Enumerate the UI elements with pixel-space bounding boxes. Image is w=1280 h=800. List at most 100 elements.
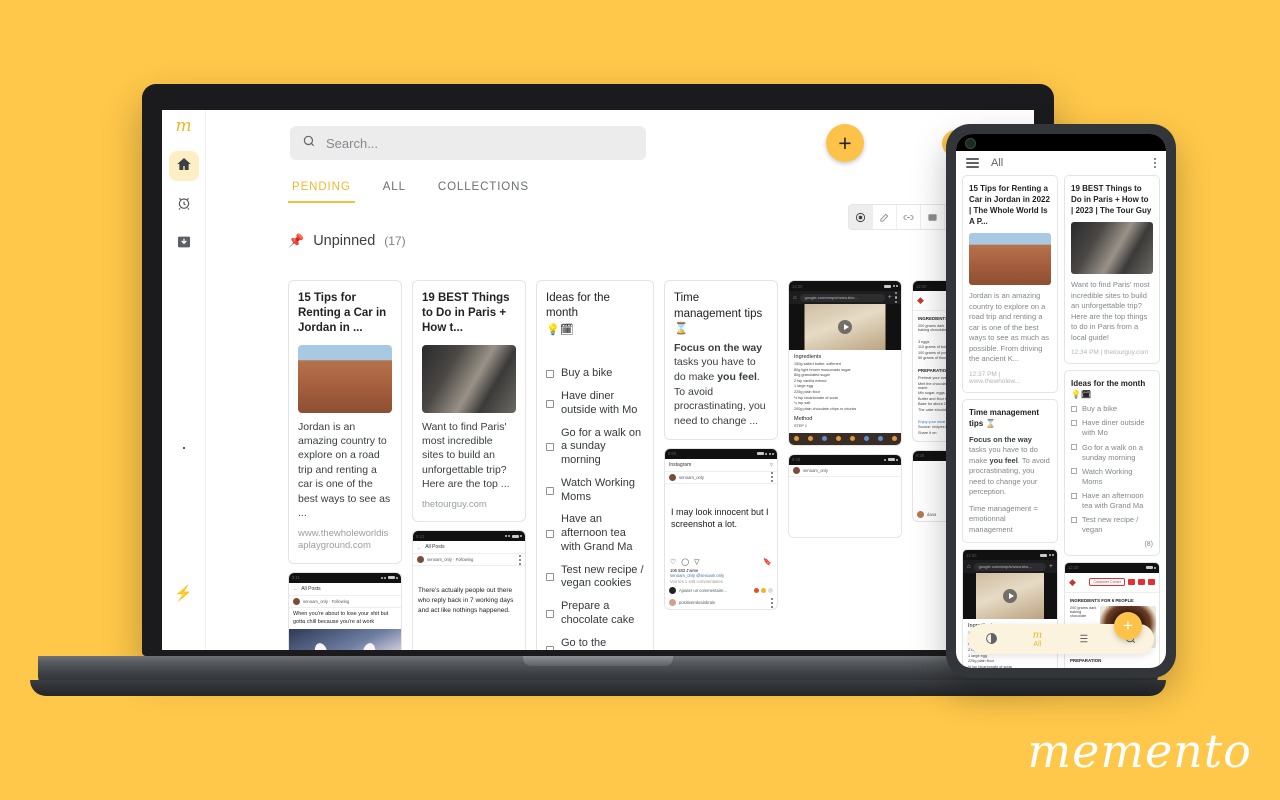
card-insta-quote[interactable]: 0:00 Instagram ▽ senoam_only I may look … (664, 447, 778, 610)
comment-icon[interactable]: ◯ (681, 558, 689, 566)
kebab-menu-icon[interactable] (1153, 157, 1156, 169)
checkbox[interactable] (546, 609, 554, 618)
ingredient-line: 200 grams dark baking chocolate (1070, 605, 1097, 618)
home-icon[interactable]: ⌂ (967, 564, 971, 570)
tab-all[interactable]: ALL (379, 178, 410, 203)
search-icon (302, 134, 316, 153)
todo-item[interactable]: Go to the cinema (546, 637, 644, 650)
todo-item[interactable]: Have diner outside with Mo (1071, 418, 1153, 438)
url-bar[interactable]: google.com/amp/s/www.bbc... (799, 293, 885, 302)
card-time-management[interactable]: Time management tips ⌛ Focus on the way … (664, 280, 778, 440)
card-jordan[interactable]: 15 Tips for Renting a Car in Jordan in .… (288, 280, 402, 564)
kebab-menu-icon[interactable] (894, 292, 897, 303)
checkbox[interactable] (546, 443, 554, 452)
card-insta-work[interactable]: 9:11 ← All Posts senoam_only · Following (288, 571, 402, 650)
hamburger-icon[interactable] (966, 158, 979, 168)
post-header: senoam_only · Following (289, 596, 401, 608)
badge-customer-corner[interactable]: Customer Corner (1089, 578, 1125, 587)
checkbox[interactable] (546, 486, 554, 495)
cookies-video-thumbnail[interactable] (963, 573, 1057, 620)
memento-desktop-app: m ⚡ Search... + PENDING ALL COLLECTIONS … (162, 110, 1034, 650)
phone-add-button[interactable]: + (1114, 612, 1142, 640)
pencil-icon[interactable] (873, 205, 897, 229)
back-arrow-icon[interactable]: ← (293, 586, 297, 591)
post-header: senoam_only (789, 465, 901, 477)
phone-card-ideas[interactable]: Ideas for the month 💡🗓 Buy a bike Have d… (1064, 370, 1160, 556)
todo-item[interactable]: Prepare a chocolate cake (546, 600, 644, 628)
search-box[interactable] (290, 126, 646, 160)
card-title: 19 BEST Things to Do in Paris + How to |… (1071, 184, 1152, 216)
phone-card-time-management[interactable]: Time management tips ⌛ Focus on the way … (962, 398, 1058, 544)
card-ideas[interactable]: Ideas for the month 💡🗓 Buy a bike Have d… (536, 280, 654, 650)
checkbox[interactable] (546, 529, 554, 538)
nav-item-all[interactable]: m All (1033, 630, 1042, 648)
checkbox[interactable] (546, 646, 554, 650)
card-body-extra: Time management = emotionnal management (969, 503, 1038, 534)
tab-collections[interactable]: COLLECTIONS (434, 178, 533, 203)
kebab-menu-icon[interactable] (770, 597, 773, 609)
body-bold-2: you feel (989, 455, 1018, 465)
todo-item[interactable]: Buy a bike (1071, 404, 1153, 414)
insta-wordmark: Instagram (669, 461, 692, 468)
todo-label: Have an afternoon tea with Grand Ma (1082, 491, 1144, 511)
kebab-menu-icon[interactable] (518, 554, 521, 566)
checkbox[interactable] (546, 399, 554, 408)
comments-link[interactable]: Voir les 1 445 commentaires (665, 578, 777, 585)
todo-item[interactable]: Test new recipe / vegan (1071, 515, 1153, 535)
filter-icon[interactable]: ▽ (770, 462, 773, 467)
search-input[interactable] (326, 135, 634, 151)
todo-item[interactable]: Watch Working Moms (546, 477, 644, 505)
link-icon[interactable] (897, 205, 921, 229)
sidebar-item-archive[interactable] (169, 229, 199, 259)
todo-item[interactable]: Test new recipe / vegan cookies (546, 564, 644, 592)
card-paris[interactable]: 19 BEST Things to Do in Paris + How t...… (412, 280, 526, 523)
checkbox[interactable] (1071, 444, 1077, 451)
add-button[interactable]: + (826, 124, 864, 162)
status-bar: 0:00 (665, 448, 777, 459)
home-icon[interactable]: ⌂ (793, 295, 797, 301)
checkbox[interactable] (1071, 419, 1077, 426)
checkbox[interactable] (1071, 468, 1077, 475)
share-icon[interactable]: ▽ (694, 558, 699, 566)
todo-item[interactable]: Go for a walk on a sunday morning (1071, 443, 1153, 463)
new-tab-icon[interactable]: + (888, 294, 892, 301)
paris-cafe-photo (1071, 222, 1153, 275)
todo-item[interactable]: Go for a walk on a sunday morning (546, 427, 644, 468)
status-bar: 9:11 (289, 572, 401, 583)
checkbox[interactable] (546, 370, 554, 379)
play-icon[interactable] (838, 320, 852, 334)
tab-pending[interactable]: PENDING (288, 178, 355, 203)
todo-item[interactable]: Have an afternoon tea with Grand Ma (1071, 491, 1153, 511)
back-arrow-icon[interactable]: ← (417, 545, 421, 550)
checkbox[interactable] (546, 573, 554, 582)
heart-icon[interactable]: ♡ (670, 558, 676, 566)
todo-item[interactable]: Buy a bike (546, 367, 644, 381)
sidebar-item-home[interactable] (168, 151, 199, 181)
play-icon[interactable] (1003, 589, 1017, 604)
checkbox[interactable] (1071, 516, 1077, 523)
card-cookies-recipe[interactable]: 12:20 ⌂ google.com/amp/s/www.bbc... + In… (788, 280, 902, 446)
card-insta-mini-a[interactable]: 9:28 senoam_only (788, 453, 902, 538)
add-comment-row[interactable]: Ajouter un commentaire... (665, 585, 777, 597)
checkbox[interactable] (1071, 492, 1077, 499)
decor-bar (1128, 579, 1135, 586)
url-bar[interactable]: google.com/amp/s/www.bbc... (973, 562, 1046, 571)
cookies-video-thumbnail[interactable] (789, 304, 901, 350)
checkbox[interactable] (1071, 405, 1077, 412)
new-tab-icon[interactable]: + (1049, 563, 1053, 570)
todo-item[interactable]: Watch Working Moms (1071, 467, 1153, 487)
image-icon[interactable] (921, 205, 945, 229)
target-icon[interactable] (849, 205, 873, 229)
nav-item-list[interactable] (1076, 632, 1089, 647)
bookmark-icon[interactable]: 🔖 (763, 558, 772, 566)
todo-item[interactable]: Have an afternoon tea with Grand Ma (546, 513, 644, 554)
lightning-bolt-icon[interactable]: ⚡ (174, 584, 193, 602)
kebab-menu-icon[interactable] (770, 471, 773, 483)
todo-item[interactable]: Have diner outside with Mo (546, 390, 644, 418)
nav-item-contrast[interactable] (985, 632, 998, 647)
decor-bar (1138, 579, 1145, 586)
card-insta-reply[interactable]: 9:12 ← All Posts senoam_only · Following (412, 530, 526, 650)
phone-card-jordan[interactable]: 15 Tips for Renting a Car in Jordan in 2… (962, 175, 1058, 393)
phone-card-paris[interactable]: 19 BEST Things to Do in Paris + How to |… (1064, 175, 1160, 365)
sidebar-item-reminders[interactable] (169, 190, 199, 220)
